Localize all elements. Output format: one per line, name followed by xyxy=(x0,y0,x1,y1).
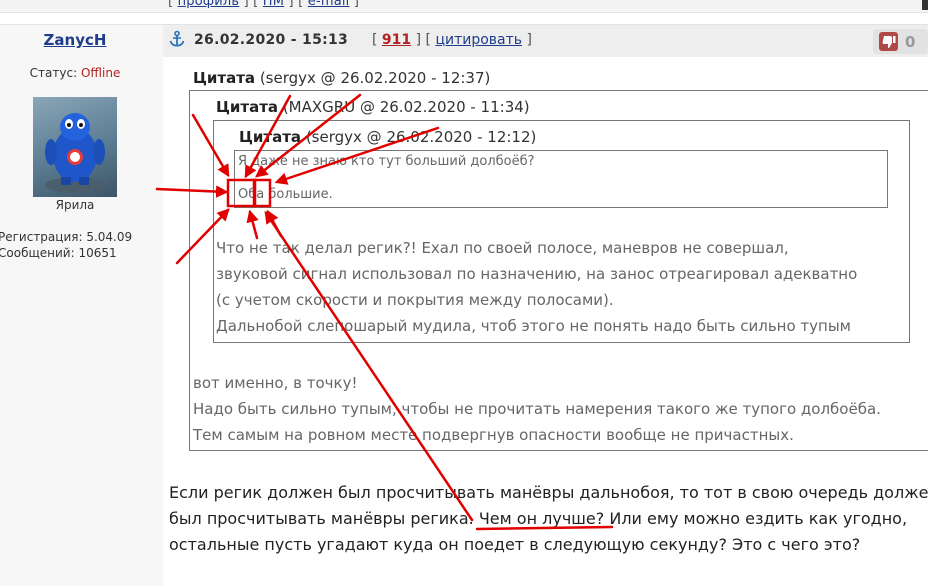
post-body-text: Или ему можно ездить как угодно, xyxy=(604,509,908,528)
quote-text-line: Что не так делал регик?! Ехал по своей п… xyxy=(216,239,789,257)
bracket: ] [ xyxy=(284,0,308,9)
avatar[interactable] xyxy=(33,97,117,197)
quote-inner-line: Я даже не знаю кто тут больший долбоёб? xyxy=(238,154,535,169)
avatar-figure-icon xyxy=(45,113,105,193)
quote-meta: (sergyx @ 26.02.2020 - 12:12) xyxy=(301,128,537,146)
profile-link[interactable]: профиль xyxy=(178,0,240,9)
author-username[interactable]: ZanycH xyxy=(0,31,150,49)
thumb-down-icon[interactable] xyxy=(879,32,898,51)
quote-header: Цитата (sergyx @ 26.02.2020 - 12:37) xyxy=(193,69,490,87)
email-link[interactable]: e-mail xyxy=(308,0,350,9)
bracket: ] [ xyxy=(239,0,263,9)
registration-date: Регистрация: 5.04.09 xyxy=(0,230,133,244)
quote-inner-line: Оба большие. xyxy=(238,187,333,202)
highlighted-phrase: Чем он лучше? xyxy=(478,509,605,528)
quote-link[interactable]: цитировать xyxy=(435,32,522,48)
quote-meta: (sergyx @ 26.02.2020 - 12:37) xyxy=(255,69,491,87)
status-label: Статус: xyxy=(29,66,81,80)
prev-rating-icon[interactable] xyxy=(922,0,928,10)
post-actions: [ 911 ] [ цитировать ] xyxy=(372,32,532,48)
bracket: [ xyxy=(168,0,178,9)
top-strip xyxy=(0,0,928,13)
anchor-icon[interactable] xyxy=(168,30,186,48)
quote-text-line: Тем самым на ровном месте подвергнув опа… xyxy=(193,426,794,444)
quote-text-line: (с учетом скорости и покрытия между поло… xyxy=(216,291,614,309)
author-status: Статус: Offline xyxy=(0,66,150,80)
post-number-link[interactable]: 911 xyxy=(382,32,411,48)
post-body-line: был просчитывать манёвры регика. Чем он … xyxy=(169,506,907,532)
quote-text-line: вот именно, в точку! xyxy=(193,374,358,392)
quote-text-line: звуковой сигнал использовал по назначени… xyxy=(216,265,858,283)
status-value: Offline xyxy=(80,66,121,80)
post-body-line: Если регик должен был просчитывать манёв… xyxy=(169,483,928,502)
post-body-line: остальные пусть угадают куда он поедет в… xyxy=(169,535,861,554)
quote-label: Цитата xyxy=(239,128,302,146)
quote-header: Цитата (MAXGRU @ 26.02.2020 - 11:34) xyxy=(216,98,530,116)
quote-header: Цитата (sergyx @ 26.02.2020 - 12:12) xyxy=(239,128,536,146)
quote-label: Цитата xyxy=(193,69,256,87)
avatar-caption: Ярила xyxy=(55,198,95,212)
bracket: [ xyxy=(372,32,382,48)
quote-text-line: Дальнобой слепошарый мудила, чтоб этого … xyxy=(216,317,851,335)
pm-link[interactable]: ПМ xyxy=(263,0,284,9)
post-count: Сообщений: 10651 xyxy=(0,246,117,260)
quote-label: Цитата xyxy=(216,98,279,116)
quote-text-line: Надо быть сильно тупым, чтобы не прочита… xyxy=(193,400,881,418)
bracket: ] xyxy=(522,32,532,48)
post-body-text: был просчитывать манёвры регика. xyxy=(169,509,479,528)
post-date: 26.02.2020 - 15:13 xyxy=(194,32,349,48)
bracket: ] xyxy=(349,0,360,9)
quote-meta: (MAXGRU @ 26.02.2020 - 11:34) xyxy=(278,98,530,116)
rating-value: 0 xyxy=(905,33,916,51)
bracket: ] [ xyxy=(411,32,436,48)
profile-links: [ профиль ] [ ПМ ] [ e-mail ] xyxy=(168,0,359,9)
